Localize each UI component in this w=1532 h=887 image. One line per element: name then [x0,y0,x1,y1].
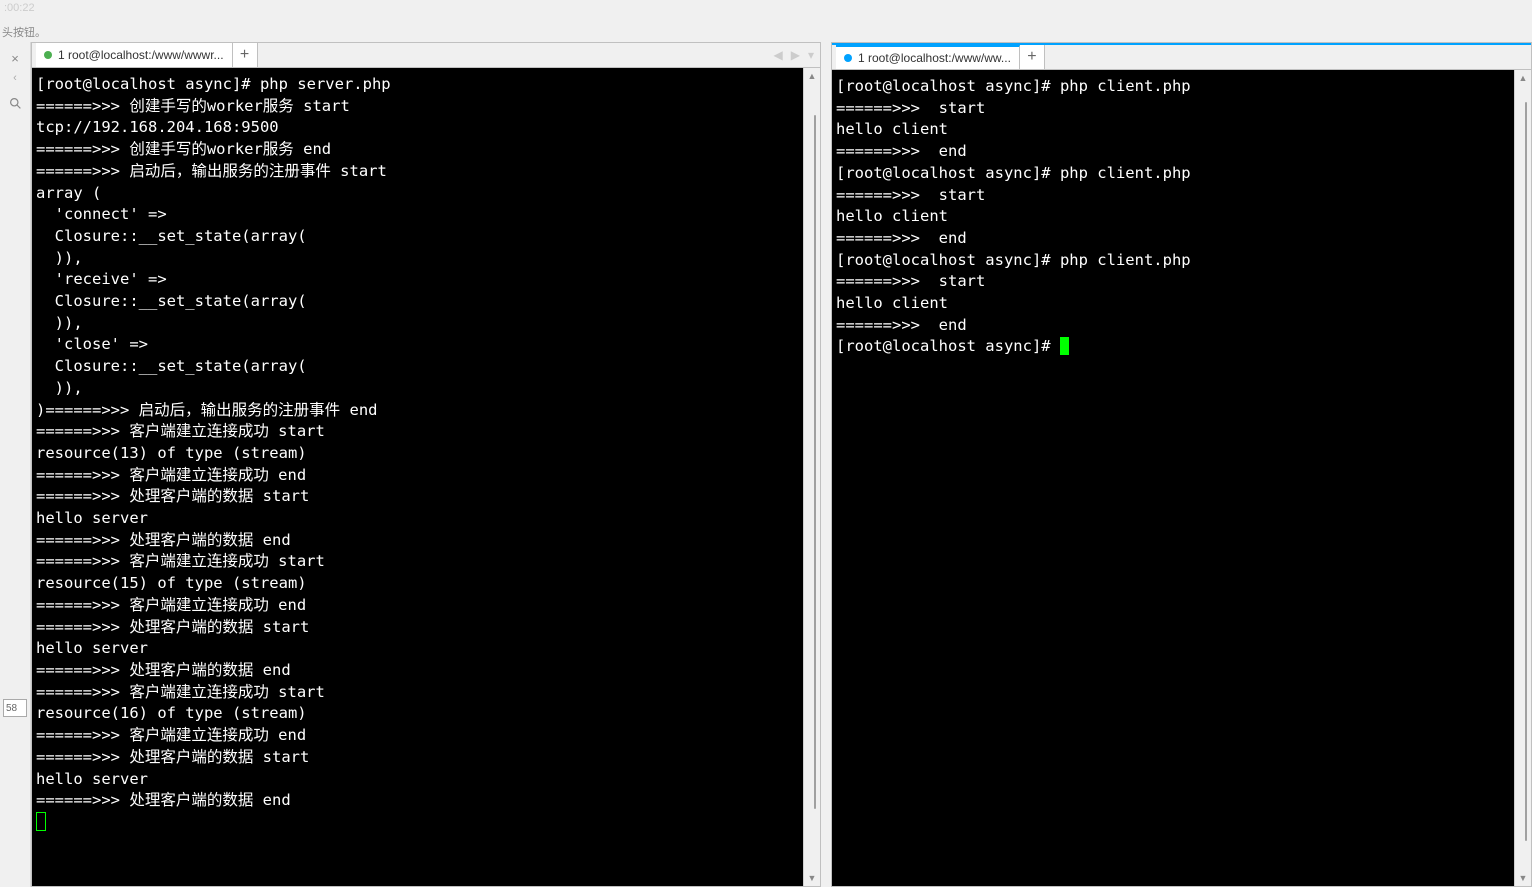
terminal-line: [root@localhost async]# php client.php [836,250,1527,272]
right-terminal-pane: 1 root@localhost:/www/ww... + [root@loca… [831,42,1532,887]
terminal-line: [root@localhost async]# php client.php [836,76,1527,98]
terminal-line: hello client [836,206,1527,228]
terminal-line: )======>>> 启动后，输出服务的注册事件 end [36,400,816,422]
scrollbar-thumb[interactable] [814,115,816,809]
right-tabbar: 1 root@localhost:/www/ww... + [832,43,1531,70]
scroll-up-icon[interactable]: ▲ [804,68,820,84]
terminal-line: resource(13) of type (stream) [36,443,816,465]
terminal-line: ======>>> 处理客户端的数据 end [36,790,816,812]
left-scrollbar[interactable]: ▲ ▼ [803,68,820,886]
terminal-line: resource(16) of type (stream) [36,703,816,725]
app-left-sidebar: × ‹ 58 [0,42,31,887]
terminal-line: ======>>> 创建手写的worker服务 end [36,139,816,161]
terminal-line: hello client [836,293,1527,315]
terminal-line: ======>>> 创建手写的worker服务 start [36,96,816,118]
new-tab-button[interactable]: + [233,43,258,67]
search-icon[interactable] [8,96,22,110]
cursor-icon [1060,337,1069,355]
terminal-line: ======>>> end [836,228,1527,250]
terminal-line: ======>>> 客户端建立连接成功 start [36,551,816,573]
terminal-line: Closure::__set_state(array( [36,226,816,248]
close-icon[interactable]: × [7,52,23,68]
terminal-line: ======>>> 客户端建立连接成功 end [36,465,816,487]
terminal-line: hello client [836,119,1527,141]
hint-text: 头按钮。 [2,24,46,40]
terminal-line: )), [36,313,816,335]
terminal-line: ======>>> 启动后，输出服务的注册事件 start [36,161,816,183]
pane-divider[interactable] [821,42,831,887]
terminal-line: ======>>> 处理客户端的数据 start [36,486,816,508]
terminal-line: 'connect' => [36,204,816,226]
tab-nav-menu-icon[interactable]: ▾ [808,48,814,62]
tab-label: 1 root@localhost:/www/wwwr... [58,48,224,62]
status-dot-icon [844,54,852,62]
terminal-line: ======>>> start [836,185,1527,207]
terminal-line: hello server [36,638,816,660]
terminal-line: array ( [36,183,816,205]
terminal-line: ======>>> 客户端建立连接成功 end [36,595,816,617]
terminal-line: tcp://192.168.204.168:9500 [36,117,816,139]
scroll-down-icon[interactable]: ▼ [804,870,820,886]
terminal-line: ======>>> 处理客户端的数据 start [36,617,816,639]
left-tabbar: 1 root@localhost:/www/wwwr... + ◀ ▶ ▾ [32,43,820,68]
terminal-line [36,812,816,834]
terminal-line: ======>>> end [836,315,1527,337]
terminal-line: ======>>> start [836,271,1527,293]
terminal-line: 'close' => [36,334,816,356]
scrollbar-thumb[interactable] [1525,102,1527,841]
terminal-line: [root@localhost async]# php server.php [36,74,816,96]
terminal-line: )), [36,378,816,400]
terminal-line: resource(15) of type (stream) [36,573,816,595]
terminal-line: ======>>> 处理客户端的数据 end [36,660,816,682]
terminal-line: Closure::__set_state(array( [36,356,816,378]
window-header-strip: :00:22 头按钮。 [0,0,1532,42]
terminal-line: ======>>> 客户端建立连接成功 end [36,725,816,747]
terminal-line: hello server [36,508,816,530]
left-terminal-output[interactable]: [root@localhost async]# php server.php==… [32,68,820,840]
sidebar-number-box[interactable]: 58 [3,699,27,717]
terminal-line: ======>>> start [836,98,1527,120]
status-dot-icon [44,51,52,59]
right-scrollbar[interactable]: ▲ ▼ [1514,70,1531,886]
terminal-line: ======>>> 处理客户端的数据 end [36,530,816,552]
new-tab-button[interactable]: + [1020,45,1045,69]
tab-label: 1 root@localhost:/www/ww... [858,51,1011,65]
collapse-arrow-icon[interactable]: ‹ [13,72,17,84]
left-terminal-pane: 1 root@localhost:/www/wwwr... + ◀ ▶ ▾ [r… [31,42,821,887]
terminal-line: ======>>> 客户端建立连接成功 start [36,682,816,704]
terminal-line: ======>>> 客户端建立连接成功 start [36,421,816,443]
right-terminal-output[interactable]: [root@localhost async]# php client.php==… [832,70,1531,364]
tab-nav-left-icon[interactable]: ◀ [774,48,783,62]
scroll-down-icon[interactable]: ▼ [1515,870,1531,886]
terminal-line: hello server [36,769,816,791]
cursor-icon [36,812,46,831]
tab-right-session[interactable]: 1 root@localhost:/www/ww... [836,45,1020,69]
tab-nav-right-icon[interactable]: ▶ [791,48,800,62]
terminal-line: Closure::__set_state(array( [36,291,816,313]
terminal-line: ======>>> end [836,141,1527,163]
partial-time-text: :00:22 [4,2,35,14]
terminal-line: [root@localhost async]# [836,336,1527,358]
terminal-line: [root@localhost async]# php client.php [836,163,1527,185]
terminal-line: )), [36,248,816,270]
tab-left-session[interactable]: 1 root@localhost:/www/wwwr... [36,43,233,67]
terminal-line: ======>>> 处理客户端的数据 start [36,747,816,769]
scroll-up-icon[interactable]: ▲ [1515,70,1531,86]
terminal-line: 'receive' => [36,269,816,291]
